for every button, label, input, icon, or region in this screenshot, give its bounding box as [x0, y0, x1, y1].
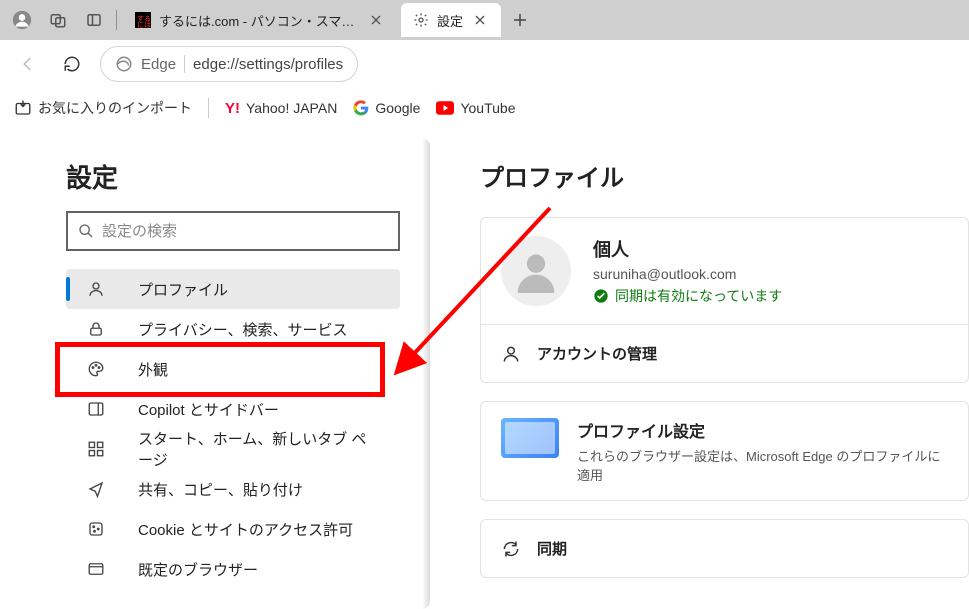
- sync-status: 同期は有効になっています: [593, 286, 782, 306]
- workspaces-button[interactable]: [42, 4, 74, 36]
- bookmark-yahoo[interactable]: Y! Yahoo! JAPAN: [225, 100, 337, 117]
- sidebar-item-privacy[interactable]: プライバシー、検索、サービス: [66, 309, 400, 349]
- profile-settings-sub: これらのブラウザー設定は、Microsoft Edge のプロファイルに適用: [577, 446, 948, 484]
- sidebar-item-label: Cookie とサイトのアクセス許可: [138, 519, 353, 540]
- sidebar-item-label: Copilot とサイドバー: [138, 399, 279, 420]
- youtube-icon: [436, 101, 454, 115]
- tab-suruniha[interactable]: するには するには.com - パソコン・スマホの疑問: [123, 3, 397, 37]
- profile-settings-card[interactable]: プロファイル設定 これらのブラウザー設定は、Microsoft Edge のプロ…: [480, 401, 969, 501]
- profile-button[interactable]: [6, 4, 38, 36]
- sidebar-item-start[interactable]: スタート、ホーム、新しいタブ ページ: [66, 429, 400, 469]
- sidebar-item-share[interactable]: 共有、コピー、貼り付け: [66, 469, 400, 509]
- bookmark-label: Yahoo! JAPAN: [246, 100, 337, 116]
- sidebar-icon: [86, 399, 106, 419]
- sidebar-scroll-shadow: [422, 138, 430, 609]
- sync-status-text: 同期は有効になっています: [615, 286, 782, 306]
- gear-icon: [413, 12, 429, 28]
- sidebar-item-profile[interactable]: プロファイル: [66, 269, 400, 309]
- lock-icon: [86, 319, 106, 339]
- tab-separator: [116, 10, 117, 30]
- toolbar: Edge edge://settings/profiles: [0, 40, 969, 88]
- edge-logo-icon: [115, 55, 133, 73]
- sync-label: 同期: [537, 538, 567, 559]
- profile-header: 個人 suruniha@outlook.com 同期は有効になっています: [481, 218, 968, 324]
- sync-card[interactable]: 同期: [480, 519, 969, 578]
- site-favicon: するには: [135, 12, 151, 28]
- close-tab-icon[interactable]: [471, 11, 489, 29]
- settings-search-box[interactable]: [66, 211, 400, 251]
- cookie-icon: [86, 519, 106, 539]
- profile-email: suruniha@outlook.com: [593, 266, 782, 282]
- back-button[interactable]: [12, 48, 44, 80]
- profile-settings-title: プロファイル設定: [577, 418, 948, 442]
- sidebar-item-copilot[interactable]: Copilot とサイドバー: [66, 389, 400, 429]
- import-icon: [14, 99, 32, 117]
- account-manage-row[interactable]: アカウントの管理: [481, 325, 968, 382]
- sidebar-item-label: プライバシー、検索、サービス: [138, 319, 348, 340]
- settings-heading: 設定: [10, 158, 430, 211]
- settings-sidebar: 設定 プロファイル プライバシー、検索、サービス: [10, 138, 430, 609]
- content-area: 設定 プロファイル プライバシー、検索、サービス: [0, 128, 969, 599]
- tab-strip: するには するには.com - パソコン・スマホの疑問 設定: [0, 0, 969, 40]
- favorites-bar: お気に入りのインポート Y! Yahoo! JAPAN Google YouTu…: [0, 88, 969, 128]
- settings-search-input[interactable]: [102, 223, 388, 240]
- sidebar-item-cookies[interactable]: Cookie とサイトのアクセス許可: [66, 509, 400, 549]
- yahoo-icon: Y!: [225, 100, 240, 117]
- account-manage-label: アカウントの管理: [537, 343, 657, 364]
- profile-icon: [86, 279, 106, 299]
- share-icon: [86, 479, 106, 499]
- profile-card: 個人 suruniha@outlook.com 同期は有効になっています アカウ…: [480, 217, 969, 383]
- separator: [208, 98, 209, 118]
- tab-settings[interactable]: 設定: [401, 3, 501, 37]
- sidebar-item-label: 外観: [138, 359, 168, 380]
- check-icon: [593, 288, 609, 304]
- palette-icon: [86, 359, 106, 379]
- search-icon: [78, 223, 94, 239]
- page-title: プロファイル: [480, 158, 969, 193]
- address-prefix: Edge: [141, 56, 176, 73]
- profile-settings-text: プロファイル設定 これらのブラウザー設定は、Microsoft Edge のプロ…: [577, 418, 948, 484]
- google-icon: [353, 100, 369, 116]
- bookmark-label: YouTube: [460, 100, 515, 116]
- sidebar-item-default-browser[interactable]: 既定のブラウザー: [66, 549, 400, 589]
- address-bar[interactable]: Edge edge://settings/profiles: [100, 46, 358, 82]
- profile-info: 個人 suruniha@outlook.com 同期は有効になっています: [593, 236, 782, 306]
- bookmark-youtube[interactable]: YouTube: [436, 100, 515, 116]
- home-grid-icon: [86, 439, 106, 459]
- address-url: edge://settings/profiles: [193, 56, 343, 73]
- import-favorites-button[interactable]: お気に入りのインポート: [14, 98, 192, 118]
- bookmark-label: Google: [375, 100, 420, 116]
- settings-nav: プロファイル プライバシー、検索、サービス 外観 Copilot とサイドバー: [10, 269, 430, 589]
- sidebar-item-label: スタート、ホーム、新しいタブ ページ: [138, 428, 380, 470]
- main-panel: プロファイル 個人 suruniha@outlook.com 同期は有効になって…: [430, 128, 969, 599]
- sidebar-item-label: 共有、コピー、貼り付け: [138, 479, 303, 500]
- person-icon: [501, 344, 521, 364]
- tab-title: 設定: [437, 11, 463, 30]
- import-favorites-label: お気に入りのインポート: [38, 98, 192, 118]
- separator: [184, 55, 185, 73]
- bookmark-google[interactable]: Google: [353, 100, 420, 116]
- new-tab-button[interactable]: [505, 5, 535, 35]
- sidebar-item-label: プロファイル: [138, 279, 228, 300]
- sidebar-item-appearance[interactable]: 外観: [66, 349, 400, 389]
- refresh-button[interactable]: [56, 48, 88, 80]
- profile-name: 個人: [593, 236, 782, 262]
- close-tab-icon[interactable]: [367, 11, 385, 29]
- svg-text:には: には: [137, 21, 151, 28]
- browser-icon: [86, 559, 106, 579]
- sidebar-item-label: 既定のブラウザー: [138, 559, 258, 580]
- sync-icon: [501, 539, 521, 559]
- tab-title: するには.com - パソコン・スマホの疑問: [159, 11, 359, 30]
- avatar: [501, 236, 571, 306]
- profile-settings-thumbnail: [501, 418, 559, 458]
- vertical-tabs-button[interactable]: [78, 4, 110, 36]
